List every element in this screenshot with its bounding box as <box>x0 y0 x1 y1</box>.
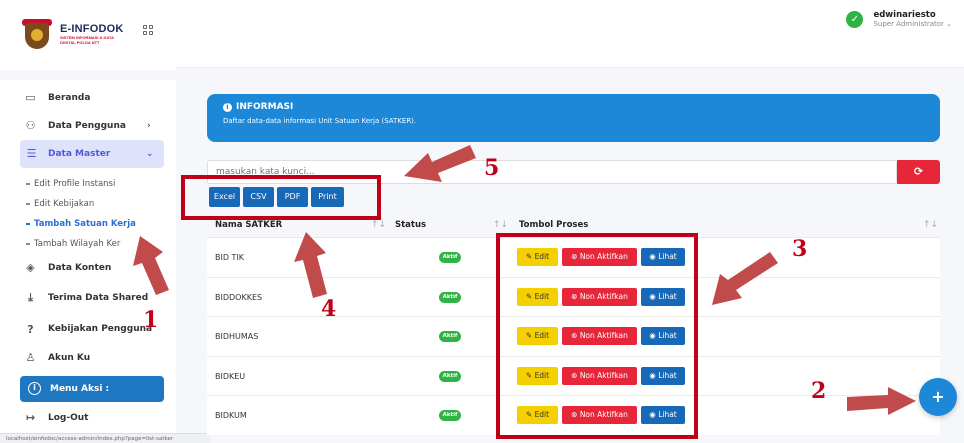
annotation-arrow-4 <box>294 232 327 298</box>
annotation-number-2: 2 <box>811 378 827 404</box>
annotation-number-1: 1 <box>143 307 159 333</box>
annotation-number-4: 4 <box>321 296 337 322</box>
annotation-arrow-1 <box>133 236 169 295</box>
annotation-arrows <box>133 145 916 415</box>
annotation-arrow-5 <box>404 145 476 182</box>
annotation-number-5: 5 <box>484 155 500 181</box>
annotation-number-3: 3 <box>792 236 808 262</box>
annotation-arrow-3 <box>712 252 778 305</box>
annotation-arrow-2 <box>847 387 916 415</box>
